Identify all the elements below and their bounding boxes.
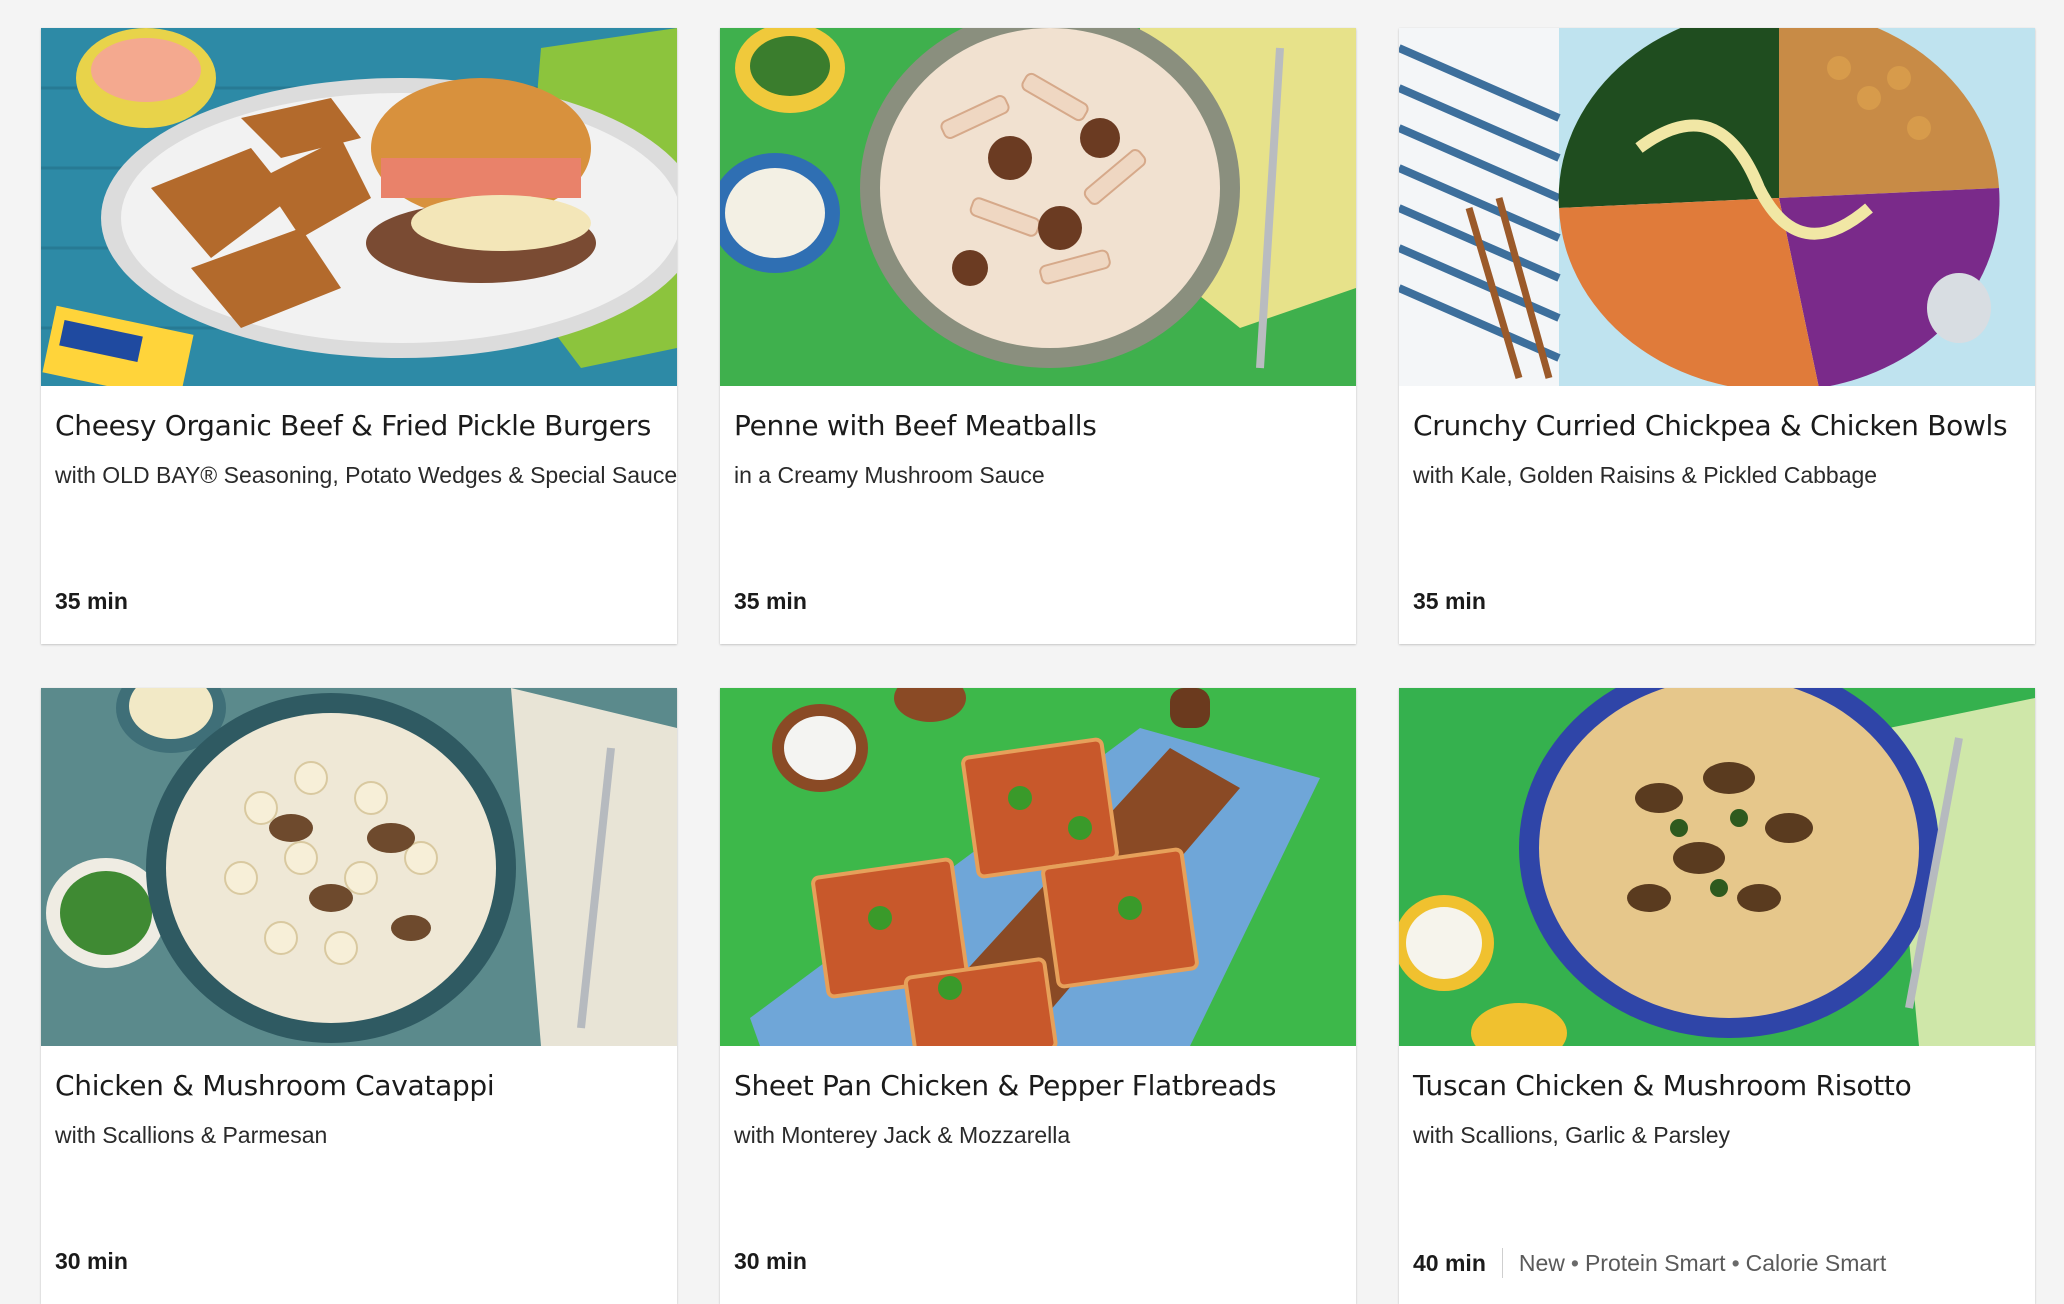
recipe-card[interactable]: Chicken & Mushroom Cavatappi with Scalli… <box>41 688 677 1304</box>
tag-protein-smart: Protein Smart <box>1584 1249 1726 1276</box>
cook-time: 35 min <box>734 588 807 614</box>
recipe-meta: 40 min New • Protein Smart • Calorie Smart <box>1413 1248 1886 1278</box>
meta-divider <box>1501 1248 1503 1278</box>
recipe-tags: New • Protein Smart • Calorie Smart <box>1519 1250 1886 1277</box>
recipe-card[interactable]: Crunchy Curried Chickpea & Chicken Bowls… <box>1399 28 2035 644</box>
recipe-photo[interactable] <box>720 688 1356 1046</box>
recipe-meta: 30 min <box>734 1248 807 1275</box>
cook-time: 35 min <box>55 588 128 614</box>
recipe-subtitle: with Scallions & Parmesan <box>55 1122 328 1148</box>
recipe-title[interactable]: Chicken & Mushroom Cavatappi <box>55 1069 665 1102</box>
recipe-grid: Cheesy Organic Beef & Fried Pickle Burge… <box>41 28 2035 1304</box>
tag-separator: • <box>1731 1249 1740 1276</box>
recipe-card[interactable]: Penne with Beef Meatballs in a Creamy Mu… <box>720 28 1356 644</box>
recipe-photo[interactable] <box>41 688 677 1046</box>
recipe-title[interactable]: Cheesy Organic Beef & Fried Pickle Burge… <box>55 409 665 442</box>
recipe-photo[interactable] <box>1399 688 2035 1046</box>
tag-new: New <box>1518 1249 1565 1276</box>
recipe-card[interactable]: Cheesy Organic Beef & Fried Pickle Burge… <box>41 28 677 644</box>
cook-time: 40 min <box>1413 1249 1486 1276</box>
recipe-title[interactable]: Crunchy Curried Chickpea & Chicken Bowls <box>1413 409 2023 442</box>
cook-time: 30 min <box>55 1248 128 1274</box>
recipe-card[interactable]: Tuscan Chicken & Mushroom Risotto with S… <box>1399 688 2035 1304</box>
recipe-photo[interactable] <box>1399 28 2035 386</box>
cook-time: 30 min <box>734 1248 807 1274</box>
recipe-subtitle: with Monterey Jack & Mozzarella <box>734 1122 1071 1148</box>
recipe-photo[interactable] <box>720 28 1356 386</box>
recipe-meta: 35 min <box>1413 588 1486 615</box>
recipe-meta: 35 min <box>55 588 128 615</box>
recipe-subtitle: with Scallions, Garlic & Parsley <box>1413 1122 1730 1148</box>
cook-time: 35 min <box>1413 588 1486 614</box>
recipe-subtitle: with OLD BAY® Seasoning, Potato Wedges &… <box>55 462 677 488</box>
tag-calorie-smart: Calorie Smart <box>1745 1249 1887 1276</box>
recipe-card[interactable]: Sheet Pan Chicken & Pepper Flatbreads wi… <box>720 688 1356 1304</box>
recipe-photo[interactable] <box>41 28 677 386</box>
recipe-title[interactable]: Sheet Pan Chicken & Pepper Flatbreads <box>734 1069 1344 1102</box>
recipe-meta: 30 min <box>55 1248 128 1275</box>
recipe-title[interactable]: Tuscan Chicken & Mushroom Risotto <box>1413 1069 2023 1102</box>
tag-separator: • <box>1570 1249 1579 1276</box>
recipe-meta: 35 min <box>734 588 807 615</box>
recipe-title[interactable]: Penne with Beef Meatballs <box>734 409 1344 442</box>
recipe-subtitle: with Kale, Golden Raisins & Pickled Cabb… <box>1413 462 1878 488</box>
recipe-subtitle: in a Creamy Mushroom Sauce <box>734 462 1045 488</box>
